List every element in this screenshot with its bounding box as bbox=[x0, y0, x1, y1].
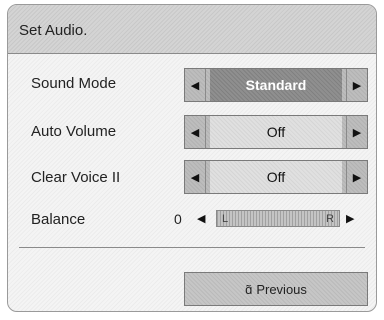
sound-mode-selector[interactable]: ◀ Standard ▶ bbox=[184, 68, 368, 102]
return-icon: ɑ̃ bbox=[245, 281, 253, 297]
balance-value: 0 bbox=[174, 211, 182, 227]
balance-left-label: L bbox=[222, 212, 229, 225]
auto-volume-label: Auto Volume bbox=[31, 123, 117, 140]
clear-voice-label: Clear Voice II bbox=[31, 169, 121, 186]
balance-slider[interactable]: L R bbox=[216, 210, 340, 227]
balance-left-arrow-icon[interactable]: ◀ bbox=[197, 212, 205, 225]
clear-voice-selector[interactable]: ◀ Off ▶ bbox=[184, 160, 368, 194]
auto-volume-left-arrow-icon[interactable]: ◀ bbox=[185, 116, 206, 148]
divider bbox=[19, 247, 365, 248]
balance-right-label: R bbox=[326, 212, 334, 225]
balance-label: Balance bbox=[31, 211, 86, 228]
panel-header: Set Audio. bbox=[8, 5, 376, 54]
clear-voice-right-arrow-icon[interactable]: ▶ bbox=[346, 161, 367, 193]
set-audio-panel: Set Audio. Sound Mode ◀ Standard ▶ Auto … bbox=[7, 4, 377, 312]
clear-voice-value: Off bbox=[210, 161, 342, 193]
previous-button[interactable]: ɑ̃ Previous bbox=[184, 272, 368, 306]
sound-mode-right-arrow-icon[interactable]: ▶ bbox=[346, 69, 367, 101]
auto-volume-selector[interactable]: ◀ Off ▶ bbox=[184, 115, 368, 149]
sound-mode-label: Sound Mode bbox=[31, 75, 117, 92]
balance-right-arrow-icon[interactable]: ▶ bbox=[346, 212, 354, 225]
sound-mode-value: Standard bbox=[210, 69, 342, 101]
previous-button-label: Previous bbox=[256, 281, 307, 297]
auto-volume-right-arrow-icon[interactable]: ▶ bbox=[346, 116, 367, 148]
panel-title: Set Audio. bbox=[19, 22, 88, 39]
sound-mode-left-arrow-icon[interactable]: ◀ bbox=[185, 69, 206, 101]
clear-voice-left-arrow-icon[interactable]: ◀ bbox=[185, 161, 206, 193]
auto-volume-value: Off bbox=[210, 116, 342, 148]
